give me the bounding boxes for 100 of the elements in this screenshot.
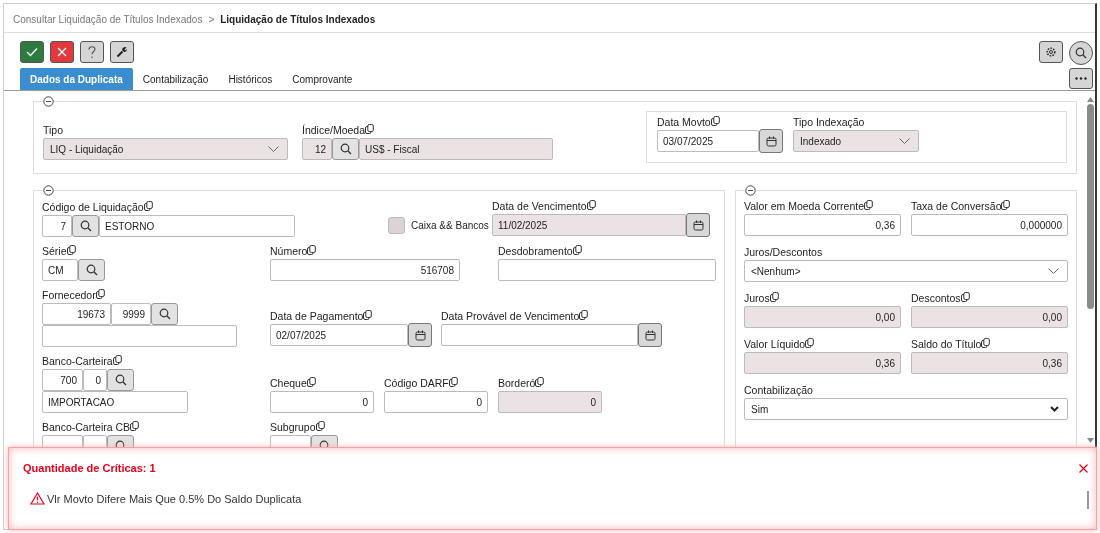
text-field[interactable]: 0,000000 <box>911 214 1068 236</box>
copy-icon[interactable] <box>864 200 874 210</box>
copy-icon[interactable] <box>805 338 815 348</box>
field-label: Data de Vencimento <box>492 200 587 212</box>
text-field[interactable]: 0 <box>83 369 107 391</box>
copy-icon[interactable] <box>315 421 325 431</box>
search-button[interactable] <box>72 215 99 237</box>
text-field[interactable]: 0 <box>498 391 602 413</box>
field-label: Contabilização <box>744 384 813 396</box>
tab[interactable]: Contabilização <box>132 68 219 90</box>
tab[interactable]: Dados da Duplicata <box>20 68 133 90</box>
field-label: Código DARF <box>384 377 449 389</box>
text-field[interactable]: 700 <box>42 369 83 391</box>
text-field[interactable] <box>498 259 716 281</box>
breadcrumb-link[interactable]: Consultar Liquidação de Títulos Indexados <box>13 14 203 25</box>
settings-button[interactable] <box>1039 41 1063 63</box>
calendar-button[interactable] <box>638 323 662 347</box>
text-field[interactable]: 02/07/2025 <box>270 324 408 346</box>
copy-icon[interactable] <box>363 310 373 320</box>
copy-icon[interactable] <box>130 421 140 431</box>
text-field[interactable]: 03/07/2025 <box>657 130 759 152</box>
text-field[interactable]: 12 <box>302 138 332 160</box>
search-button[interactable] <box>1069 41 1093 65</box>
tab[interactable]: Comprovante <box>282 68 363 90</box>
copy-icon[interactable] <box>710 116 720 126</box>
chevron-icon <box>899 138 910 144</box>
text-field[interactable]: 0,36 <box>744 352 901 374</box>
more-button[interactable] <box>1069 68 1093 89</box>
scrollbar[interactable] <box>1085 97 1095 443</box>
collapse-icon[interactable] <box>43 96 54 107</box>
copy-icon[interactable] <box>960 292 970 302</box>
field-label: Data Movto <box>657 116 711 128</box>
text-field[interactable] <box>441 324 638 346</box>
text-field[interactable]: US$ - Fiscal <box>359 138 553 160</box>
dropdown[interactable]: Sim <box>744 398 1068 420</box>
breadcrumb-separator: > <box>208 14 215 25</box>
copy-icon[interactable] <box>1001 200 1011 210</box>
calendar-button[interactable] <box>759 129 783 153</box>
wrench-icon <box>116 46 128 58</box>
search-button[interactable] <box>151 303 178 325</box>
copy-icon[interactable] <box>365 124 375 134</box>
help-button[interactable] <box>80 41 104 63</box>
text-field[interactable]: 0,00 <box>911 306 1068 328</box>
field-label: Valor Líquido <box>744 338 806 350</box>
calendar-button[interactable] <box>408 323 432 347</box>
copy-icon[interactable] <box>112 355 122 365</box>
collapse-icon[interactable] <box>43 185 54 196</box>
text-field[interactable]: 516708 <box>270 259 460 281</box>
text-field[interactable] <box>42 325 237 347</box>
field-label: Banco-Carteira <box>42 355 113 367</box>
cancel-button[interactable] <box>50 41 74 63</box>
field-label: Data Provável de Vencimento <box>441 310 580 322</box>
copy-icon[interactable] <box>306 377 316 387</box>
text-field[interactable]: ESTORNO <box>99 215 295 237</box>
close-button[interactable] <box>1079 463 1088 473</box>
tools-button[interactable] <box>110 41 134 63</box>
field-label: Valor em Moeda Corrente <box>744 200 865 212</box>
field-label: Borderó <box>498 377 536 389</box>
text-field[interactable]: 0,36 <box>911 352 1068 374</box>
text-field[interactable]: CM <box>42 259 78 281</box>
tab[interactable]: Históricos <box>218 68 283 90</box>
copy-icon[interactable] <box>981 338 991 348</box>
dropdown[interactable]: Indexado <box>793 130 919 152</box>
search-button[interactable] <box>107 369 134 391</box>
field-label: Subgrupo <box>270 421 316 433</box>
field-label: Código de Liquidação <box>42 201 144 213</box>
calendar-button[interactable] <box>686 213 710 237</box>
dropdown[interactable]: LIQ - Liquidação <box>43 138 288 160</box>
copy-icon[interactable] <box>535 377 545 387</box>
collapse-icon[interactable] <box>745 185 756 196</box>
search-button[interactable] <box>332 138 359 160</box>
confirm-button[interactable] <box>20 41 44 63</box>
scroll-up-icon[interactable] <box>1086 97 1094 102</box>
search-button[interactable] <box>78 259 105 281</box>
search-icon <box>158 308 171 320</box>
copy-icon[interactable] <box>769 292 779 302</box>
copy-icon[interactable] <box>143 201 153 211</box>
text-field[interactable]: 0 <box>384 391 488 413</box>
copy-icon[interactable] <box>307 245 317 255</box>
copy-icon[interactable] <box>572 245 582 255</box>
text-field[interactable]: 19673 <box>42 303 111 325</box>
text-field[interactable]: 0,36 <box>744 214 901 236</box>
text-field[interactable]: 11/02/2025 <box>492 214 686 236</box>
text-field[interactable]: 0,00 <box>744 306 901 328</box>
scroll-down-icon[interactable] <box>1086 438 1094 443</box>
copy-icon[interactable] <box>95 289 105 299</box>
alert-title: Quantidade de Críticas: 1 <box>23 462 156 474</box>
search-icon <box>85 264 98 276</box>
text-field[interactable]: 9999 <box>111 303 151 325</box>
copy-icon[interactable] <box>66 245 76 255</box>
text-field[interactable]: 0 <box>270 391 374 413</box>
gear-icon <box>1045 46 1057 58</box>
field-label: Saldo do Título <box>911 338 982 350</box>
text-field[interactable]: IMPORTACAO <box>42 391 188 413</box>
text-field[interactable]: 7 <box>42 215 72 237</box>
copy-icon[interactable] <box>448 377 458 387</box>
copy-icon[interactable] <box>579 310 589 320</box>
copy-icon[interactable] <box>586 200 596 210</box>
dropdown[interactable]: <Nenhum> <box>744 260 1068 282</box>
field-label: Juros/Descontos <box>744 246 823 258</box>
